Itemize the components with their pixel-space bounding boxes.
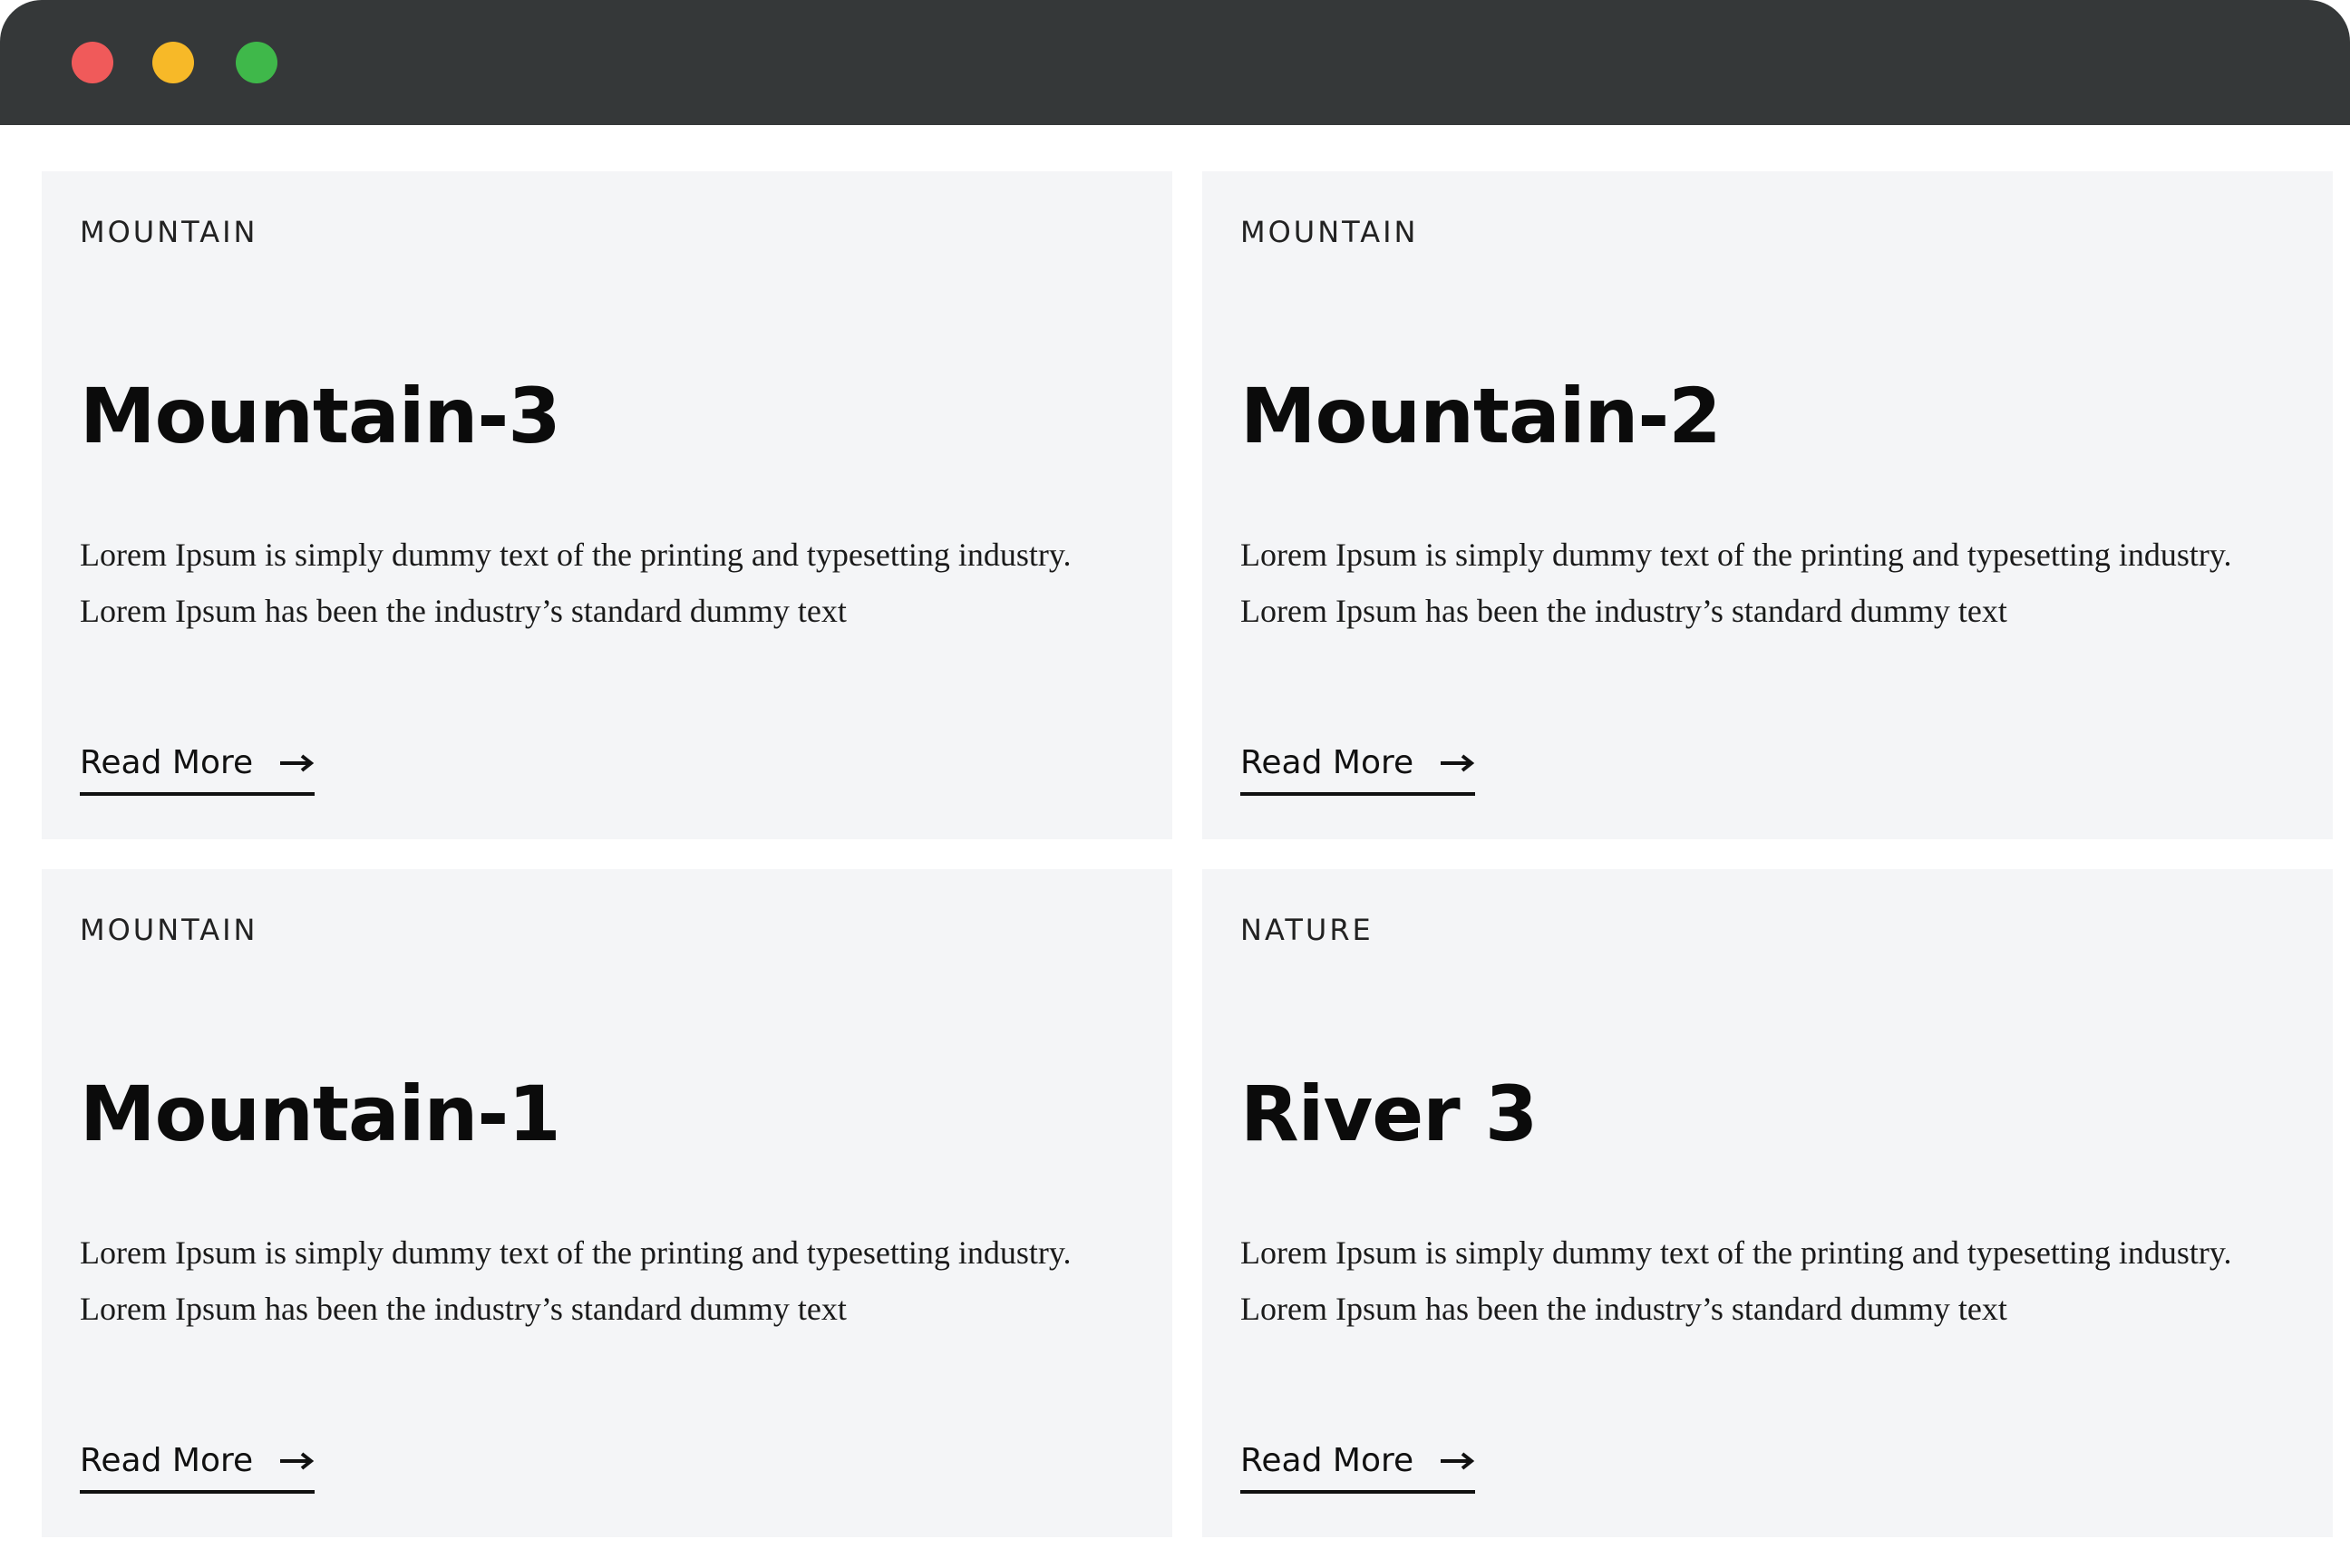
minimize-window-button[interactable] — [152, 42, 194, 83]
post-card: MOUNTAIN Mountain-2 Lorem Ipsum is simpl… — [1202, 171, 2333, 839]
read-more-link[interactable]: Read More — [80, 1442, 316, 1494]
read-more-label: Read More — [1240, 1442, 1414, 1479]
post-title: Mountain-1 — [80, 1070, 561, 1158]
post-category: NATURE — [1240, 913, 1374, 947]
post-grid: MOUNTAIN Mountain-3 Lorem Ipsum is simpl… — [42, 171, 2333, 1537]
arrow-right-icon — [280, 753, 315, 772]
post-card: NATURE River 3 Lorem Ipsum is simply dum… — [1202, 869, 2333, 1537]
post-category: MOUNTAIN — [80, 913, 258, 947]
close-window-button[interactable] — [72, 42, 113, 83]
post-description: Lorem Ipsum is simply dummy text of the … — [1240, 1234, 2232, 1327]
arrow-right-icon — [1441, 1451, 1475, 1470]
arrow-right-icon — [280, 1451, 315, 1470]
post-title: Mountain-3 — [80, 372, 561, 460]
post-category: MOUNTAIN — [1240, 215, 1419, 249]
read-more-label: Read More — [80, 1442, 254, 1479]
window-title-bar — [0, 0, 2350, 125]
post-title: River 3 — [1240, 1070, 1538, 1158]
maximize-window-button[interactable] — [236, 42, 277, 83]
post-category: MOUNTAIN — [80, 215, 258, 249]
read-more-label: Read More — [80, 744, 254, 781]
post-description: Lorem Ipsum is simply dummy text of the … — [1240, 537, 2232, 629]
read-more-link[interactable]: Read More — [80, 744, 316, 796]
post-description: Lorem Ipsum is simply dummy text of the … — [80, 537, 1072, 629]
read-more-link[interactable]: Read More — [1240, 1442, 1476, 1494]
read-more-link[interactable]: Read More — [1240, 744, 1476, 796]
post-title: Mountain-2 — [1240, 372, 1722, 460]
post-card: MOUNTAIN Mountain-1 Lorem Ipsum is simpl… — [42, 869, 1172, 1537]
arrow-right-icon — [1441, 753, 1475, 772]
read-more-label: Read More — [1240, 744, 1414, 781]
post-description: Lorem Ipsum is simply dummy text of the … — [80, 1234, 1072, 1327]
post-card: MOUNTAIN Mountain-3 Lorem Ipsum is simpl… — [42, 171, 1172, 839]
